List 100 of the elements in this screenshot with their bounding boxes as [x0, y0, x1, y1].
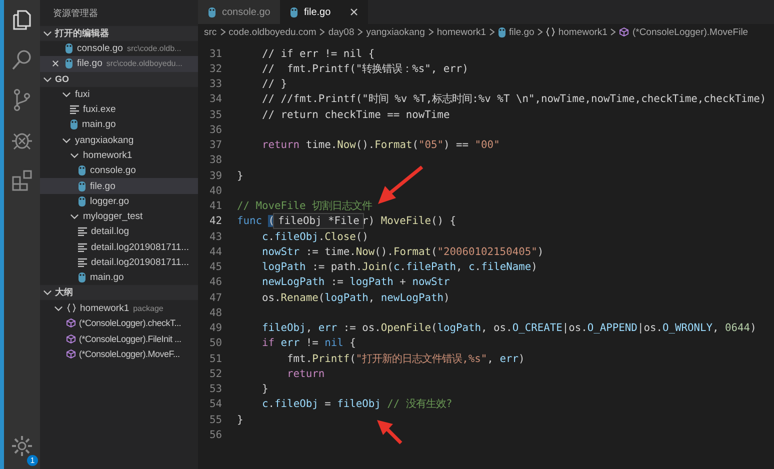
code-line: c.fileObj = fileObj // 没有生效?: [261, 397, 452, 412]
line-number: 37: [208, 139, 222, 152]
sidebar-title: 资源管理器: [52, 7, 99, 20]
code-line: nowStr := time.Now().Format("20060102150405"): [261, 246, 544, 258]
tree-item[interactable]: fuxi.exe: [40, 102, 198, 118]
line-number: 38: [208, 154, 222, 166]
chevron-icon: [428, 28, 434, 36]
outline-item[interactable]: homework1 package: [40, 300, 198, 316]
tree-item[interactable]: yangxiaokang: [40, 132, 198, 148]
tree-item[interactable]: detail.log2019081711...: [40, 254, 198, 270]
line-number: 50: [208, 337, 222, 350]
go-file-icon: [208, 6, 216, 18]
editor-tab[interactable]: file.go: [280, 0, 368, 24]
code-line: // //fmt.Printf("时间 %v %T,标志时间:%v %T \n",nowTime,nowTime,checkTime,checkTime): [261, 92, 766, 106]
files-icon[interactable]: [10, 8, 34, 32]
breadcrumb-item[interactable]: homework1: [558, 26, 608, 38]
go-file-icon: [78, 165, 86, 176]
chevron-icon[interactable]: [43, 29, 52, 38]
code-line: return: [286, 368, 325, 380]
code-line: // fmt.Printf("转换错误：%s", err): [261, 62, 468, 76]
go-file-icon: [78, 272, 86, 284]
code-line: return time.Now().Format("05") == "00": [261, 139, 500, 152]
line-number: 40: [208, 184, 222, 197]
breadcrumb-item[interactable]: homework1: [436, 26, 486, 38]
chevron-icon: [610, 28, 616, 36]
code-line: fileObj, err := os.OpenFile(logPath, os.O_CREATE|os.O_APPEND|os.O_WRONLY, 0644): [261, 322, 756, 334]
tree-item[interactable]: main.go: [40, 270, 198, 286]
go-file-icon: [498, 26, 506, 38]
line-number: 43: [208, 230, 222, 243]
line-number: 45: [208, 261, 222, 274]
breadcrumb-item[interactable]: file.go: [508, 26, 534, 38]
tree-item[interactable]: mylogger_test: [40, 208, 198, 224]
arrow-drawing: [377, 420, 402, 444]
chevron-icon[interactable]: [43, 74, 52, 84]
cube-icon: [66, 318, 76, 328]
tree-item[interactable]: console.go: [40, 163, 198, 178]
breadcrumb-item[interactable]: yangxiaokang: [366, 26, 425, 38]
code-line: newLogPath := logPath + nowStr: [261, 276, 450, 288]
line-number: 51: [208, 352, 222, 365]
extensions-icon[interactable]: [10, 168, 34, 192]
lines-file-icon: [78, 227, 87, 236]
cube-icon: [66, 334, 76, 344]
notification-badge: 1: [27, 455, 38, 466]
breadcrumb-item[interactable]: code.oldboyedu.com: [228, 26, 316, 38]
line-number: 48: [208, 306, 222, 319]
outline-item[interactable]: (*ConsoleLogger).checkT...: [40, 316, 198, 332]
braces-icon: [546, 27, 556, 37]
lines-file-icon: [78, 258, 87, 267]
code-line: os.Rename(logPath, newLogPath): [261, 292, 450, 304]
tree-item[interactable]: homework1: [40, 148, 198, 164]
section-header[interactable]: 大纲: [40, 285, 198, 300]
hover-tooltip: fileObj *File: [273, 212, 364, 229]
section-header[interactable]: GO: [40, 72, 198, 87]
breadcrumb-item[interactable]: src: [204, 26, 217, 38]
chevron-icon[interactable]: [62, 90, 71, 99]
code-line: // if err != nil {: [261, 48, 375, 60]
line-number: 46: [208, 276, 222, 288]
breadcrumb-item[interactable]: (*ConsoleLogger).MoveFile: [632, 26, 748, 38]
breadcrumb-item[interactable]: day08: [328, 26, 354, 38]
line-number: 32: [208, 62, 222, 75]
line-number: 34: [208, 93, 222, 106]
settings-icon[interactable]: [10, 434, 34, 458]
code-line: }: [261, 383, 268, 396]
line-number: 33: [208, 78, 222, 90]
code-line: }: [237, 170, 244, 182]
tree-item[interactable]: detail.log: [40, 224, 198, 240]
code-line: logPath := path.Join(c.filePath, c.fileName): [261, 261, 538, 274]
line-number: 41: [208, 200, 222, 212]
editor-tab[interactable]: console.go: [198, 0, 280, 24]
close-icon[interactable]: [350, 8, 358, 16]
code-line: if err != nil {: [261, 337, 356, 350]
line-number: 39: [208, 170, 222, 182]
open-editor-item[interactable]: file.go src\code.oldboyedu...: [40, 56, 198, 72]
code-line: fmt.Printf("打开新的日志文件错误,%s", err): [286, 352, 525, 366]
tree-item[interactable]: fuxi: [40, 86, 198, 102]
go-file-icon: [70, 119, 78, 130]
go-file-icon: [65, 43, 73, 54]
line-number: 42: [208, 215, 222, 228]
tree-item[interactable]: file.go: [40, 178, 198, 194]
chevron-icon: [220, 28, 226, 36]
code-line: c.fileObj.Close(): [261, 230, 368, 243]
line-number: 54: [208, 398, 222, 410]
chevron-icon[interactable]: [70, 212, 79, 222]
section-header[interactable]: 打开的编辑器: [40, 26, 198, 41]
outline-item[interactable]: (*ConsoleLogger).FileInit ...: [40, 331, 198, 346]
search-icon[interactable]: [10, 48, 34, 72]
close-icon[interactable]: [52, 60, 59, 68]
line-number: 35: [208, 108, 222, 121]
line-number: 49: [208, 322, 222, 334]
tree-item[interactable]: main.go: [40, 117, 198, 132]
line-number: 44: [208, 246, 222, 258]
cube-icon: [619, 27, 630, 37]
outline-item[interactable]: (*ConsoleLogger).MoveF...: [40, 346, 198, 362]
tree-item[interactable]: logger.go: [40, 194, 198, 209]
code-line: // }: [261, 78, 288, 90]
chevron-icon: [357, 28, 364, 36]
tree-item[interactable]: detail.log2019081711...: [40, 240, 198, 255]
go-file-icon: [290, 6, 298, 18]
open-editor-item[interactable]: console.go src\code.oldb...: [40, 41, 198, 56]
go-file-icon: [78, 180, 86, 192]
